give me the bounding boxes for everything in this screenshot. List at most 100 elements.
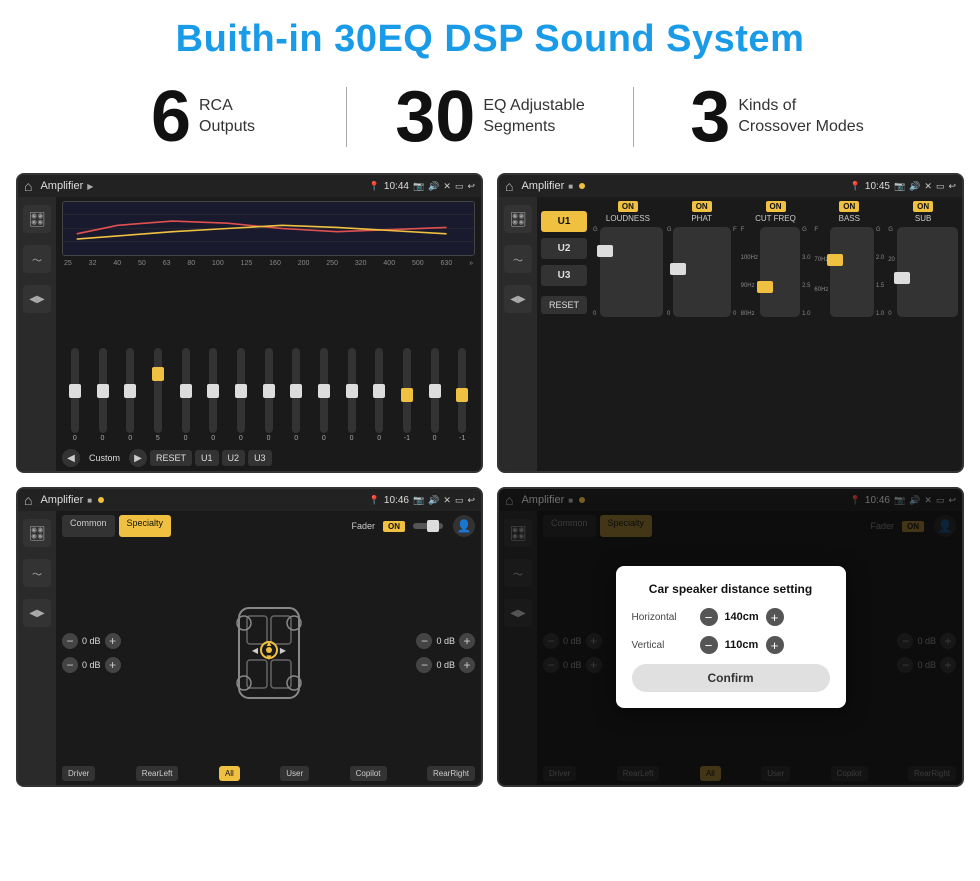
menu-icon: ■ (568, 182, 573, 191)
slider-25[interactable]: 0 (62, 348, 88, 442)
minus-tr[interactable]: − (416, 633, 432, 649)
time-eq: 10:44 (384, 181, 409, 192)
slider-32[interactable]: 0 (90, 348, 116, 442)
user-btn[interactable]: User (280, 766, 309, 781)
horizontal-plus[interactable]: + (766, 608, 784, 626)
label-bass: BASS (839, 214, 860, 223)
u-buttons-col: U1 U2 U3 RESET (541, 201, 587, 467)
menu-icon-3: ■ (87, 496, 92, 505)
close-icon-3: ✕ (443, 495, 451, 506)
eq-screen-content: 🎛 〜 ◀▶ (18, 197, 481, 471)
play-icon: ▶ (87, 182, 93, 191)
plus-tl[interactable]: + (105, 633, 121, 649)
back-icon-3[interactable]: ↩ (467, 495, 475, 506)
rear-left-btn[interactable]: RearLeft (136, 766, 179, 781)
col-sub: ON SUB G200 (888, 201, 958, 467)
page-container: Buith-in 30EQ DSP Sound System 6 RCAOutp… (0, 0, 980, 797)
plus-br[interactable]: + (459, 657, 475, 673)
dialog-box: Car speaker distance setting Horizontal … (616, 566, 846, 708)
eq-reset-btn[interactable]: RESET (150, 450, 192, 466)
screen-title-speaker: Amplifier (40, 494, 83, 506)
volume-icon: 🔊 (428, 181, 439, 192)
back-icon[interactable]: ↩ (467, 181, 475, 192)
fader-label: Fader (351, 521, 375, 531)
all-btn[interactable]: All (219, 766, 240, 781)
crossover-main-area: U1 U2 U3 RESET ON LOUDNESS G0 (537, 197, 962, 471)
minimize-icon: ▭ (455, 181, 464, 192)
home-icon-cross[interactable]: ⌂ (505, 178, 513, 194)
minimize-icon-3: ▭ (455, 495, 464, 506)
home-icon-speaker[interactable]: ⌂ (24, 492, 32, 508)
speaker-left: − 0 dB + − 0 dB + (62, 543, 121, 762)
screen-eq: ⌂ Amplifier ▶ 📍 10:44 📷 🔊 ✕ ▭ ↩ 🎛 〜 ◀▶ (16, 173, 483, 473)
eq-sliders-row: 0 0 0 5 0 0 0 0 0 0 0 0 -1 0 -1 (62, 271, 475, 446)
speaker-diagram-area: ▲ ▼ ◀ ▶ (129, 543, 409, 762)
speaker-main-area: Common Specialty Fader ON 👤 − (56, 511, 481, 785)
minus-bl[interactable]: − (62, 657, 78, 673)
eq-next-btn[interactable]: ▶ (129, 449, 147, 467)
u2-button[interactable]: U2 (541, 238, 587, 259)
slider-500[interactable]: 0 (422, 348, 448, 442)
eq-icon-2[interactable]: 〜 (23, 245, 51, 273)
screen-title-eq: Amplifier (40, 180, 83, 192)
u1-button[interactable]: U1 (541, 211, 587, 232)
vertical-plus[interactable]: + (766, 636, 784, 654)
slider-250[interactable]: 0 (339, 348, 365, 442)
cross-icon-3[interactable]: ◀▶ (504, 285, 532, 313)
slider-50[interactable]: 5 (145, 348, 171, 442)
dialog-overlay: Car speaker distance setting Horizontal … (499, 489, 962, 785)
speaker-bottom-btns: Driver RearLeft All User Copilot RearRig… (62, 766, 475, 781)
horizontal-label: Horizontal (632, 612, 692, 623)
driver-btn[interactable]: Driver (62, 766, 95, 781)
plus-tr[interactable]: + (459, 633, 475, 649)
vertical-label: Vertical (632, 640, 692, 651)
location-icon-2: 📍 (850, 181, 861, 192)
speaker-controls: − 0 dB + − 0 dB + (62, 543, 475, 762)
eq-u1-btn[interactable]: U1 (195, 450, 219, 466)
eq-icon-3[interactable]: ◀▶ (23, 285, 51, 313)
sp-icon-1[interactable]: 🎛 (23, 519, 51, 547)
slider-630[interactable]: -1 (449, 348, 475, 442)
slider-320[interactable]: 0 (366, 348, 392, 442)
u3-button[interactable]: U3 (541, 265, 587, 286)
fader-slider[interactable] (413, 523, 443, 529)
slider-63[interactable]: 0 (173, 348, 199, 442)
vertical-minus[interactable]: − (700, 636, 718, 654)
screen-speaker: ⌂ Amplifier ■ 📍 10:46 📷 🔊 ✕ ▭ ↩ 🎛 〜 (16, 487, 483, 787)
plus-bl[interactable]: + (105, 657, 121, 673)
eq-u3-btn[interactable]: U3 (248, 450, 272, 466)
sp-icon-3[interactable]: ◀▶ (23, 599, 51, 627)
tab-specialty[interactable]: Specialty (119, 515, 172, 537)
slider-160[interactable]: 0 (283, 348, 309, 442)
minus-tl[interactable]: − (62, 633, 78, 649)
stat-number-eq: 30 (395, 81, 475, 153)
home-icon-eq[interactable]: ⌂ (24, 178, 32, 194)
slider-80[interactable]: 0 (200, 348, 226, 442)
cross-icon-1[interactable]: 🎛 (504, 205, 532, 233)
status-icons-cross: 📍 10:45 📷 🔊 ✕ ▭ ↩ (850, 181, 956, 192)
slider-100[interactable]: 0 (228, 348, 254, 442)
db-val-tr: 0 dB (436, 636, 455, 646)
slider-125[interactable]: 0 (256, 348, 282, 442)
slider-400[interactable]: -1 (394, 348, 420, 442)
slider-40[interactable]: 0 (117, 348, 143, 442)
db-val-bl: 0 dB (82, 660, 101, 670)
eq-u2-btn[interactable]: U2 (222, 450, 246, 466)
horizontal-minus[interactable]: − (700, 608, 718, 626)
tab-common[interactable]: Common (62, 515, 115, 537)
back-icon-2[interactable]: ↩ (948, 181, 956, 192)
sp-icon-2[interactable]: 〜 (23, 559, 51, 587)
eq-prev-btn[interactable]: ◀ (62, 449, 80, 467)
page-title: Buith-in 30EQ DSP Sound System (0, 0, 980, 71)
cross-icon-2[interactable]: 〜 (504, 245, 532, 273)
confirm-button[interactable]: Confirm (632, 664, 830, 692)
cross-reset-btn[interactable]: RESET (541, 296, 587, 314)
slider-200[interactable]: 0 (311, 348, 337, 442)
screen-title-cross: Amplifier (521, 180, 564, 192)
profile-icon[interactable]: 👤 (453, 515, 475, 537)
eq-icon-1[interactable]: 🎛 (23, 205, 51, 233)
copilot-btn[interactable]: Copilot (350, 766, 387, 781)
minus-br[interactable]: − (416, 657, 432, 673)
rear-right-btn[interactable]: RearRight (427, 766, 475, 781)
camera-icon-2: 📷 (894, 181, 905, 192)
